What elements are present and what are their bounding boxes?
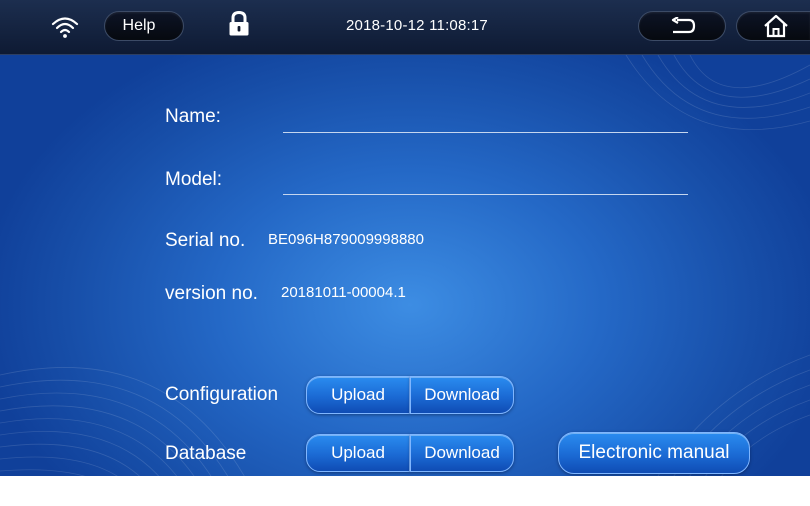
status-bar: Help 2018-10-12 11:08:17 <box>0 0 810 55</box>
model-label: Model: <box>165 169 223 190</box>
name-field[interactable] <box>283 108 688 132</box>
home-button[interactable] <box>736 11 810 41</box>
version-value: 20181011-00004.1 <box>281 284 406 301</box>
configuration-download-label: Download <box>424 385 500 404</box>
screen: Help 2018-10-12 11:08:17 Name: Model: Se… <box>0 0 810 506</box>
back-button[interactable] <box>638 11 726 41</box>
database-download-button[interactable]: Download <box>410 434 514 472</box>
lock-icon[interactable] <box>228 11 250 37</box>
model-field-underline <box>283 194 688 195</box>
wifi-icon <box>51 17 79 38</box>
configuration-upload-button[interactable]: Upload <box>306 376 410 414</box>
back-arrow-icon <box>671 17 696 34</box>
configuration-download-button[interactable]: Download <box>410 376 514 414</box>
configuration-label: Configuration <box>165 384 279 405</box>
version-label: version no. <box>165 283 258 304</box>
bottom-margin <box>0 476 810 506</box>
electronic-manual-label: Electronic manual <box>578 442 730 463</box>
datetime-display: 2018-10-12 11:08:17 <box>346 17 488 34</box>
help-button-label: Help <box>122 17 156 34</box>
database-upload-button[interactable]: Upload <box>306 434 410 472</box>
serial-label: Serial no. <box>165 230 246 251</box>
help-button[interactable]: Help <box>104 11 184 41</box>
name-field-underline <box>283 132 688 133</box>
electronic-manual-button[interactable]: Electronic manual <box>558 432 750 474</box>
model-field[interactable] <box>283 170 688 194</box>
database-label: Database <box>165 443 247 464</box>
name-label: Name: <box>165 106 221 127</box>
configuration-upload-label: Upload <box>331 385 385 404</box>
home-icon <box>764 14 788 38</box>
database-download-label: Download <box>424 443 500 462</box>
database-upload-label: Upload <box>331 443 385 462</box>
serial-value: BE096H879009998880 <box>268 231 424 248</box>
